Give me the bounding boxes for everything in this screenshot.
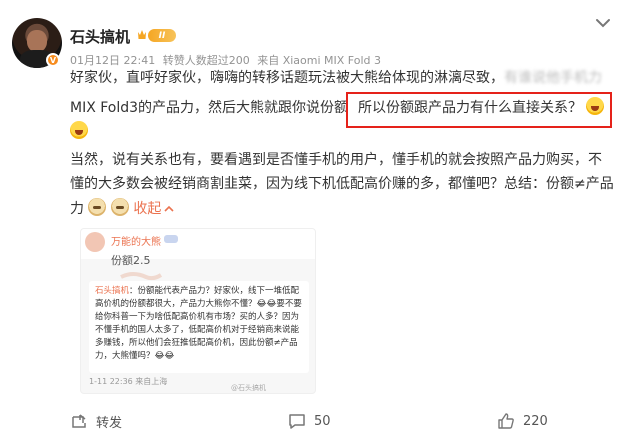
laugh-emoji-icon	[70, 121, 88, 139]
highlight-box	[346, 92, 612, 128]
crown-icon	[138, 30, 146, 39]
like-count: 220	[523, 413, 548, 429]
verified-icon: V	[46, 53, 60, 67]
comment-count: 50	[314, 413, 331, 429]
embed-header: 万能的大熊 份额2.5	[81, 229, 315, 267]
embed-timestamp: 1-11 22:36 来自上海	[89, 377, 168, 386]
repost-icon	[72, 413, 86, 428]
quoted-post: 石头搞机：份额能代表产品力？好家伙，线下一堆低配高价机的份额都很大，产品力大熊你…	[89, 281, 309, 373]
comment-button[interactable]: 50	[288, 412, 331, 430]
repost-button[interactable]: 转发	[70, 412, 122, 431]
doge-emoji-icon	[110, 198, 129, 216]
post-text-line-3	[70, 121, 88, 140]
embedded-screenshot[interactable]: 万能的大熊 份额2.5 石头搞机：份额能代表产品力？好家伙，线下一堆低配高价机的…	[80, 228, 316, 394]
post-text-line-4: 当然，说有关系也有，要看遇到是否懂手机的用户，懂手机的就会按照产品力购买，不	[70, 152, 602, 168]
post-text: 力	[70, 201, 84, 217]
embed-avatar	[85, 232, 105, 252]
watermark: @石头搞机	[231, 384, 266, 392]
avatar-face	[27, 30, 47, 52]
thumbs-up-icon	[498, 413, 514, 429]
chevron-up-icon	[164, 205, 174, 212]
quoted-text: ：份额能代表产品力？好家伙，线下一堆低配高价机的份额都很大，产品力大熊你不懂？😂…	[95, 286, 302, 361]
post-text-line-6: 力 收起	[70, 198, 174, 218]
post-source: 来自 Xiaomi MIX Fold 3	[257, 54, 381, 67]
embed-badge	[164, 235, 178, 243]
action-bar: 转发 50 220	[0, 400, 629, 442]
collapse-link[interactable]: 收起	[133, 201, 174, 217]
post-date[interactable]: 01月12日 22:41	[70, 54, 155, 67]
post-text-line-2: MIX Fold3的产品力，然后大熊就跟你说份额	[70, 97, 348, 117]
weibo-post: V 石头搞机 II 01月12日 22:41 转赞人数超过200 来自 Xiao…	[0, 0, 629, 442]
blurred-text: 有谁说他手机力	[504, 70, 602, 86]
doge-emoji-icon	[88, 198, 107, 216]
quoted-username: 石头搞机	[95, 286, 130, 296]
post-text: MIX Fold3的产品力，然后大熊就跟你说份额	[70, 100, 349, 116]
repost-label: 转发	[96, 416, 123, 431]
quoted-post-text: 石头搞机：份额能代表产品力？好家伙，线下一堆低配高价机的份额都很大，产品力大熊你…	[95, 285, 305, 363]
level-badge[interactable]: II	[148, 29, 176, 42]
collapse-label: 收起	[133, 201, 162, 217]
post-text: 好家伙，直呼好家伙，嗨嗨的转移话题玩法被大熊给体现的淋漓尽致，	[70, 70, 504, 86]
chevron-down-icon[interactable]	[594, 16, 612, 30]
repost-count: 转赞人数超过200	[162, 54, 250, 67]
username[interactable]: 石头搞机	[70, 26, 130, 47]
comment-icon	[289, 414, 305, 429]
post-meta: 01月12日 22:41 转赞人数超过200 来自 Xiaomi MIX Fol…	[70, 52, 385, 68]
embed-username: 万能的大熊	[111, 237, 161, 248]
like-button[interactable]: 220	[497, 412, 548, 430]
post-text-line-5: 懂的大多数会被经销商割韭菜，因为线下机低配高价赚的多，都懂吧？总结：份额≠产品	[70, 176, 614, 192]
post-text-line-1: 好家伙，直呼好家伙，嗨嗨的转移话题玩法被大熊给体现的淋漓尽致，有谁说他手机力	[70, 67, 602, 87]
